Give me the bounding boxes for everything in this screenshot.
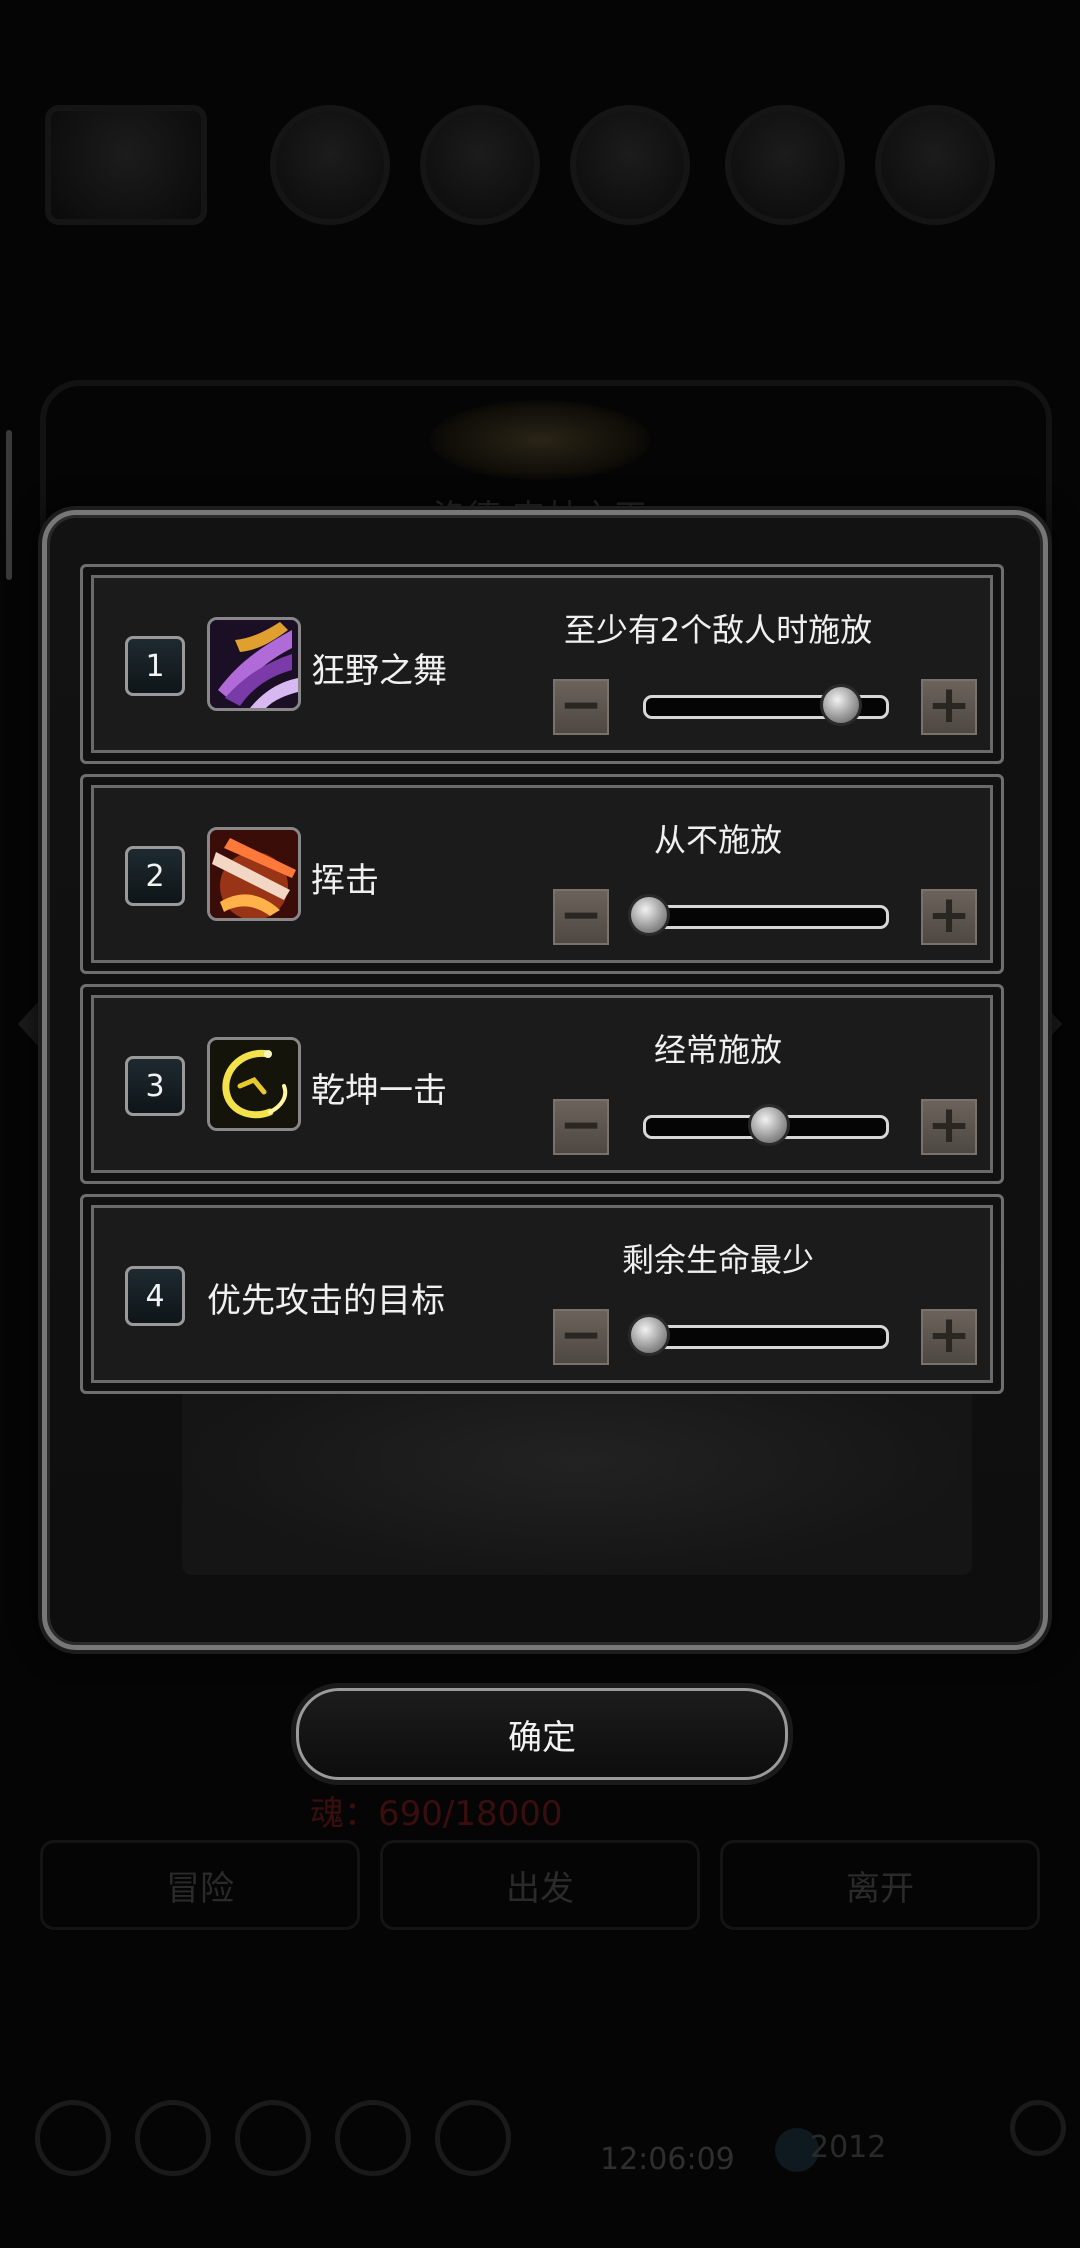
- increase-button[interactable]: +: [921, 889, 977, 945]
- menu-icon: [435, 2100, 511, 2176]
- red-strike-icon: [207, 827, 301, 921]
- tab-leave: 离开: [720, 1840, 1040, 1930]
- ornament-icon: [430, 400, 650, 480]
- slider-knob[interactable]: [820, 684, 862, 726]
- menu-icon: [135, 2100, 211, 2176]
- confirm-button[interactable]: 确定: [296, 1688, 788, 1780]
- clock-text: 12:06:09: [600, 2142, 735, 2177]
- bottom-bar: 12:06:09 2012: [30, 2090, 1066, 2190]
- hero-slot-icon: [420, 105, 540, 225]
- decrease-button[interactable]: −: [553, 679, 609, 735]
- slider-knob[interactable]: [628, 894, 670, 936]
- skill-index: 2: [125, 846, 185, 906]
- skill-index: 1: [125, 636, 185, 696]
- hero-slot-icon: [570, 105, 690, 225]
- skill-row-2: 2 挥击 从不施放 − +: [80, 774, 1004, 974]
- cast-frequency-slider[interactable]: [643, 1104, 889, 1146]
- skill-name: 乾坤一击: [311, 1071, 447, 1111]
- cast-mode-label: 从不施放: [653, 821, 782, 859]
- confirm-label: 确定: [508, 1717, 576, 1758]
- target-priority-slider[interactable]: [628, 1314, 889, 1356]
- slider-knob[interactable]: [748, 1104, 790, 1146]
- menu-icon: [35, 2100, 111, 2176]
- tab-adventure: 冒险: [40, 1840, 360, 1930]
- background-tabs: 冒险 出发 离开: [40, 1840, 1040, 1930]
- skill-name: 狂野之舞: [311, 651, 447, 691]
- increase-button[interactable]: +: [921, 679, 977, 735]
- dialog-backdrop: [182, 1385, 972, 1575]
- skill-index: 4: [125, 1266, 185, 1326]
- target-priority-row: 4 优先攻击的目标 剩余生命最少 − +: [80, 1194, 1004, 1394]
- cast-mode-label: 经常施放: [653, 1031, 782, 1069]
- increase-button[interactable]: +: [921, 1099, 977, 1155]
- cast-mode-label: 至少有2个敌人时施放: [563, 611, 873, 649]
- target-mode-label: 剩余生命最少: [621, 1241, 814, 1279]
- cast-frequency-slider[interactable]: [643, 684, 889, 726]
- tab-depart: 出发: [380, 1840, 700, 1930]
- decrease-button[interactable]: −: [553, 1309, 609, 1365]
- decrease-button[interactable]: −: [553, 889, 609, 945]
- menu-icon: [235, 2100, 311, 2176]
- prev-arrow-icon: [18, 1000, 40, 1048]
- soul-counter: 魂：690/18000: [310, 1794, 563, 1834]
- add-icon: [1010, 2100, 1066, 2156]
- slider-knob[interactable]: [628, 1314, 670, 1356]
- skill-index: 3: [125, 1056, 185, 1116]
- target-priority-label: 优先攻击的目标: [207, 1281, 445, 1321]
- hero-slot-icon: [875, 105, 995, 225]
- portrait-slot: [45, 105, 207, 225]
- hero-slot-icon: [270, 105, 390, 225]
- cast-frequency-slider[interactable]: [628, 894, 889, 936]
- increase-button[interactable]: +: [921, 1309, 977, 1365]
- menu-icon: [335, 2100, 411, 2176]
- yellow-swirl-icon: [207, 1037, 301, 1131]
- gem-count: 2012: [810, 2130, 887, 2165]
- skill-name: 挥击: [311, 861, 379, 901]
- decrease-button[interactable]: −: [553, 1099, 609, 1155]
- purple-slash-icon: [207, 617, 301, 711]
- skill-row-1: 1 狂野之舞 至少有2个敌人时施放 − +: [80, 564, 1004, 764]
- skill-row-3: 3 乾坤一击 经常施放 − +: [80, 984, 1004, 1184]
- hero-slot-icon: [725, 105, 845, 225]
